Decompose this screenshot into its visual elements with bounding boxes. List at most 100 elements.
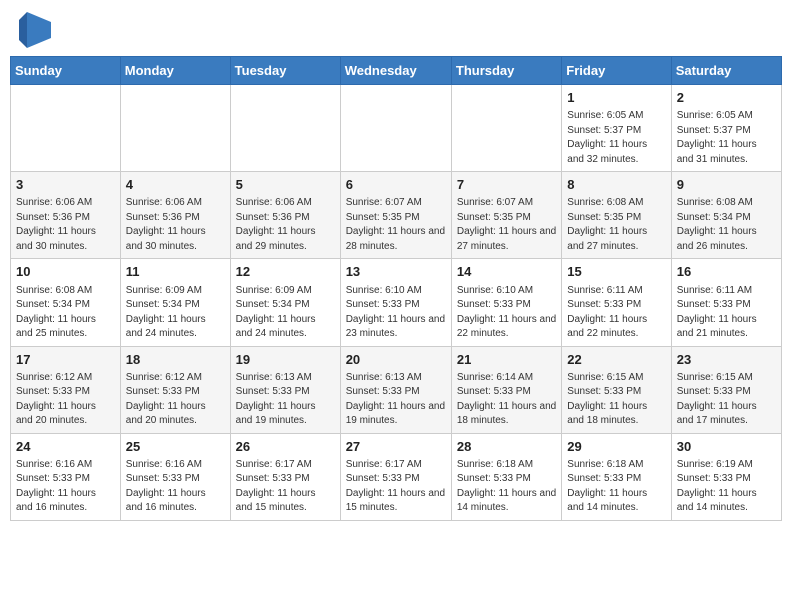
calendar-cell: 13 Sunrise: 6:10 AM Sunset: 5:33 PM Dayli…	[340, 259, 451, 346]
day-number: 19	[236, 351, 335, 369]
day-info: Sunrise: 6:18 AM Sunset: 5:33 PM Dayligh…	[567, 458, 665, 516]
day-number: 11	[126, 263, 225, 281]
calendar-cell: 29 Sunrise: 6:18 AM Sunset: 5:33 PM Dayli…	[562, 433, 671, 520]
day-number: 13	[346, 263, 446, 281]
day-number: 21	[457, 351, 556, 369]
calendar-cell: 30 Sunrise: 6:19 AM Sunset: 5:33 PM Dayli…	[671, 433, 781, 520]
day-info: Sunrise: 6:13 AM Sunset: 5:33 PM Dayligh…	[346, 371, 446, 429]
weekday-header: Friday	[562, 57, 671, 85]
day-number: 24	[16, 438, 115, 456]
day-info: Sunrise: 6:09 AM Sunset: 5:34 PM Dayligh…	[236, 284, 335, 342]
page-header	[10, 10, 782, 48]
day-info: Sunrise: 6:10 AM Sunset: 5:33 PM Dayligh…	[346, 284, 446, 342]
calendar-cell: 21 Sunrise: 6:14 AM Sunset: 5:33 PM Dayli…	[451, 346, 561, 433]
day-number: 30	[677, 438, 776, 456]
calendar-cell: 19 Sunrise: 6:13 AM Sunset: 5:33 PM Dayli…	[230, 346, 340, 433]
day-number: 20	[346, 351, 446, 369]
day-number: 4	[126, 176, 225, 194]
calendar-cell: 26 Sunrise: 6:17 AM Sunset: 5:33 PM Dayli…	[230, 433, 340, 520]
calendar-cell: 20 Sunrise: 6:13 AM Sunset: 5:33 PM Dayli…	[340, 346, 451, 433]
calendar-cell	[340, 85, 451, 172]
day-info: Sunrise: 6:05 AM Sunset: 5:37 PM Dayligh…	[567, 109, 665, 167]
day-number: 22	[567, 351, 665, 369]
calendar-cell	[451, 85, 561, 172]
calendar-cell: 12 Sunrise: 6:09 AM Sunset: 5:34 PM Dayli…	[230, 259, 340, 346]
weekday-header: Wednesday	[340, 57, 451, 85]
day-number: 3	[16, 176, 115, 194]
day-info: Sunrise: 6:19 AM Sunset: 5:33 PM Dayligh…	[677, 458, 776, 516]
calendar-cell: 3Sunrise: 6:06 AM Sunset: 5:36 PM Daylig…	[11, 172, 121, 259]
weekday-header: Sunday	[11, 57, 121, 85]
day-info: Sunrise: 6:11 AM Sunset: 5:33 PM Dayligh…	[677, 284, 776, 342]
day-number: 7	[457, 176, 556, 194]
day-info: Sunrise: 6:11 AM Sunset: 5:33 PM Dayligh…	[567, 284, 665, 342]
logo	[14, 10, 51, 48]
day-info: Sunrise: 6:17 AM Sunset: 5:33 PM Dayligh…	[236, 458, 335, 516]
calendar-row: 24 Sunrise: 6:16 AM Sunset: 5:33 PM Dayli…	[11, 433, 782, 520]
day-info: Sunrise: 6:15 AM Sunset: 5:33 PM Dayligh…	[677, 371, 776, 429]
logo-icon	[19, 12, 51, 48]
day-info: Sunrise: 6:17 AM Sunset: 5:33 PM Dayligh…	[346, 458, 446, 516]
day-number: 17	[16, 351, 115, 369]
day-number: 15	[567, 263, 665, 281]
day-number: 26	[236, 438, 335, 456]
day-number: 2	[677, 89, 776, 107]
day-info: Sunrise: 6:07 AM Sunset: 5:35 PM Dayligh…	[346, 196, 446, 254]
weekday-header: Tuesday	[230, 57, 340, 85]
calendar-cell: 24 Sunrise: 6:16 AM Sunset: 5:33 PM Dayli…	[11, 433, 121, 520]
day-info: Sunrise: 6:10 AM Sunset: 5:33 PM Dayligh…	[457, 284, 556, 342]
calendar-cell: 7 Sunrise: 6:07 AM Sunset: 5:35 PM Daylig…	[451, 172, 561, 259]
day-number: 12	[236, 263, 335, 281]
day-info: Sunrise: 6:09 AM Sunset: 5:34 PM Dayligh…	[126, 284, 225, 342]
day-number: 6	[346, 176, 446, 194]
calendar-row: 3 Sunrise: 6:06 AM Sunset: 5:36 PM Daylig…	[11, 172, 782, 259]
day-number: 28	[457, 438, 556, 456]
calendar-cell: 22Sunrise: 6:15 AM Sunset: 5:33 PM Dayli…	[562, 346, 671, 433]
day-number: 23	[677, 351, 776, 369]
calendar-cell: 8 Sunrise: 6:08 AM Sunset: 5:35 PM Daylig…	[562, 172, 671, 259]
day-number: 10	[16, 263, 115, 281]
day-info: Sunrise: 6:14 AM Sunset: 5:33 PM Dayligh…	[457, 371, 556, 429]
day-number: 27	[346, 438, 446, 456]
calendar-cell: 6 Sunrise: 6:07 AM Sunset: 5:35 PM Daylig…	[340, 172, 451, 259]
calendar-cell: 10 Sunrise: 6:08 AM Sunset: 5:34 PM Dayli…	[11, 259, 121, 346]
day-info: Sunrise: 6:12 AM Sunset: 5:33 PM Dayligh…	[126, 371, 225, 429]
day-info: Sunrise: 6:07 AM Sunset: 5:35 PM Dayligh…	[457, 196, 556, 254]
day-info: Sunrise: 6:05 AM Sunset: 5:37 PM Dayligh…	[677, 109, 776, 167]
day-number: 14	[457, 263, 556, 281]
day-number: 29	[567, 438, 665, 456]
calendar-cell: 1 Sunrise: 6:05 AM Sunset: 5:37 PM Daylig…	[562, 85, 671, 172]
day-info: Sunrise: 6:16 AM Sunset: 5:33 PM Dayligh…	[126, 458, 225, 516]
day-info: Sunrise: 6:16 AM Sunset: 5:33 PM Dayligh…	[16, 458, 115, 516]
day-info: Sunrise: 6:08 AM Sunset: 5:34 PM Dayligh…	[677, 196, 776, 254]
day-info: Sunrise: 6:13 AM Sunset: 5:33 PM Dayligh…	[236, 371, 335, 429]
calendar-cell: 11 Sunrise: 6:09 AM Sunset: 5:34 PM Dayli…	[120, 259, 230, 346]
calendar-cell: 25 Sunrise: 6:16 AM Sunset: 5:33 PM Dayli…	[120, 433, 230, 520]
day-info: Sunrise: 6:08 AM Sunset: 5:35 PM Dayligh…	[567, 196, 665, 254]
calendar-cell: 15 Sunrise: 6:11 AM Sunset: 5:33 PM Dayli…	[562, 259, 671, 346]
calendar-cell: 23 Sunrise: 6:15 AM Sunset: 5:33 PM Dayli…	[671, 346, 781, 433]
calendar-cell	[11, 85, 121, 172]
weekday-header: Saturday	[671, 57, 781, 85]
weekday-header: Monday	[120, 57, 230, 85]
day-info: Sunrise: 6:06 AM Sunset: 5:36 PM Dayligh…	[236, 196, 335, 254]
calendar-cell: 27 Sunrise: 6:17 AM Sunset: 5:33 PM Dayli…	[340, 433, 451, 520]
day-number: 5	[236, 176, 335, 194]
calendar-cell	[230, 85, 340, 172]
calendar-cell: 18 Sunrise: 6:12 AM Sunset: 5:33 PM Dayli…	[120, 346, 230, 433]
day-number: 25	[126, 438, 225, 456]
day-info: Sunrise: 6:08 AM Sunset: 5:34 PM Dayligh…	[16, 284, 115, 342]
calendar-cell: 9 Sunrise: 6:08 AM Sunset: 5:34 PM Daylig…	[671, 172, 781, 259]
calendar-cell: 2 Sunrise: 6:05 AM Sunset: 5:37 PM Daylig…	[671, 85, 781, 172]
calendar-header-row: SundayMondayTuesdayWednesdayThursdayFrid…	[11, 57, 782, 85]
calendar-cell: 4 Sunrise: 6:06 AM Sunset: 5:36 PM Daylig…	[120, 172, 230, 259]
day-number: 18	[126, 351, 225, 369]
calendar-row: 17 Sunrise: 6:12 AM Sunset: 5:33 PM Dayli…	[11, 346, 782, 433]
day-number: 9	[677, 176, 776, 194]
day-info: Sunrise: 6:06 AM Sunset: 5:36 PM Dayligh…	[126, 196, 225, 254]
calendar-cell: 5 Sunrise: 6:06 AM Sunset: 5:36 PM Daylig…	[230, 172, 340, 259]
day-number: 8	[567, 176, 665, 194]
calendar-cell	[120, 85, 230, 172]
day-number: 16	[677, 263, 776, 281]
day-number: 1	[567, 89, 665, 107]
